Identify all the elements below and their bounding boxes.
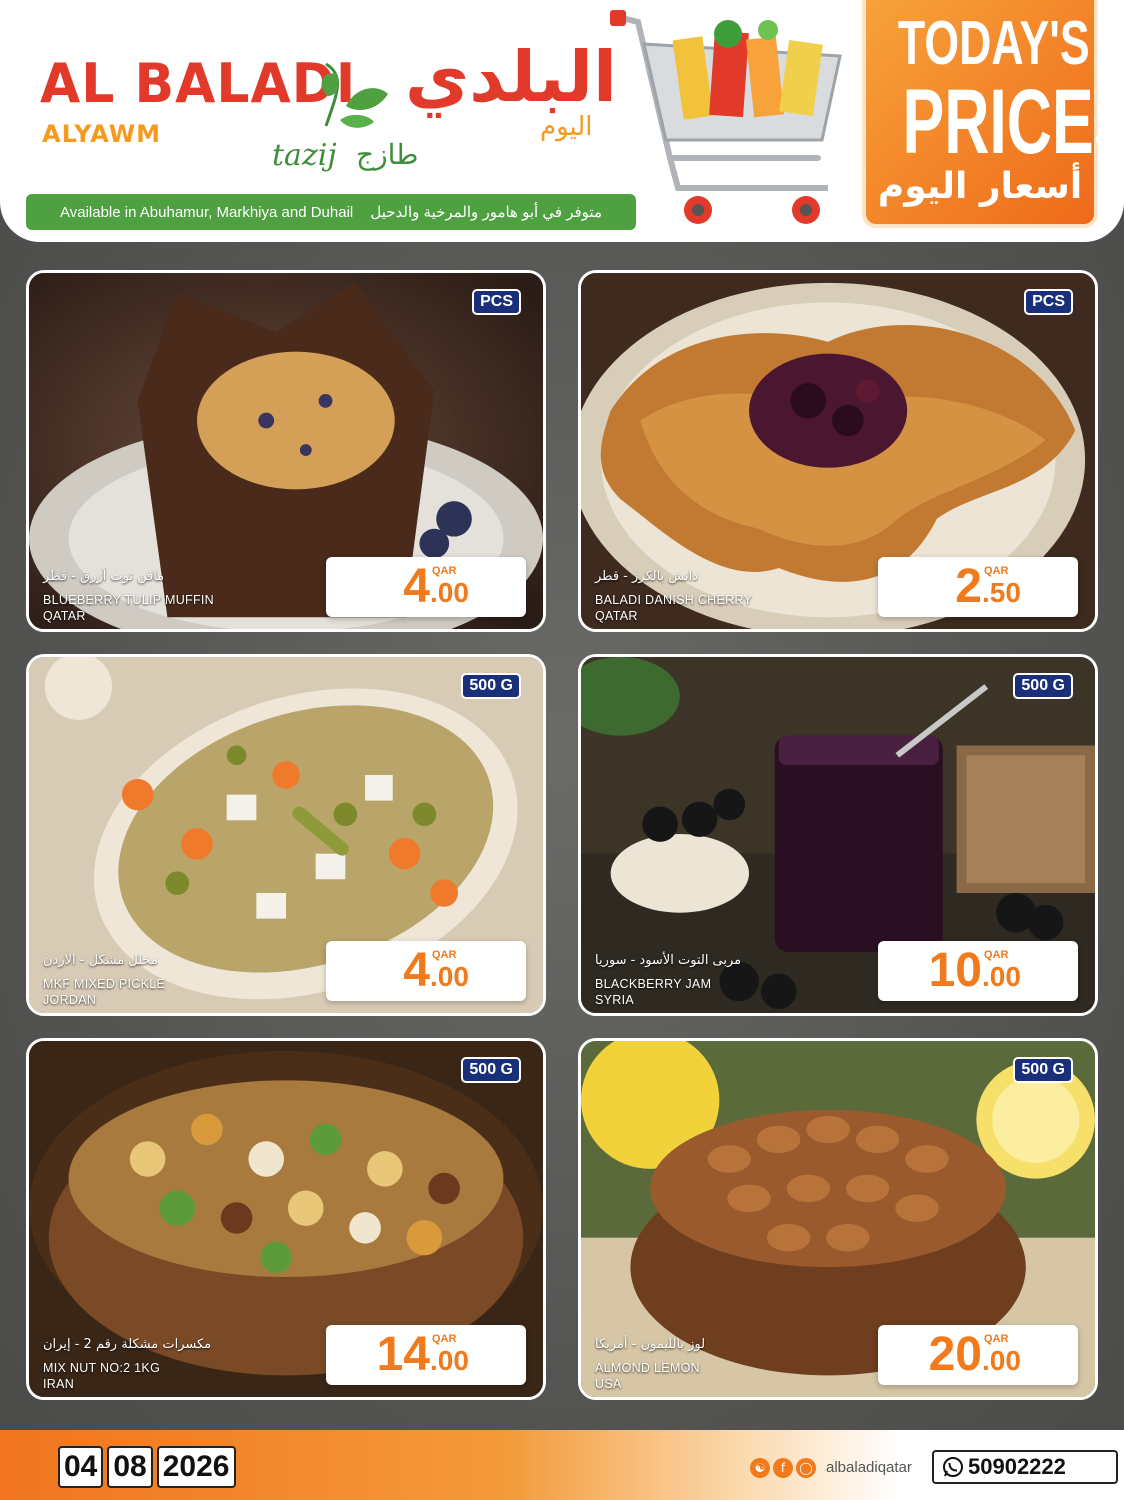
product-origin: JORDAN <box>43 993 97 1007</box>
product-card[interactable]: 500 G مربى التوت الأسود - سوريا BLACKBER… <box>578 654 1098 1016</box>
unit-badge: 500 G <box>461 673 521 699</box>
product-name-en: BALADI DANISH CHERRY <box>595 593 753 607</box>
price-decimal: .00 <box>430 1345 469 1376</box>
todays-prices-badge: TODAY'S PRICES أسعار اليوم <box>862 0 1124 228</box>
header: AL BALADI ALYAWM البلدي اليوم tazij طازج… <box>0 0 1124 242</box>
price-decimal: .00 <box>430 577 469 608</box>
availability-banner: Available in Abuhamur, Markhiya and Duha… <box>26 194 636 230</box>
product-card[interactable]: 500 G مكسرات مشكلة رقم 2 - إيران MIX NUT… <box>26 1038 546 1400</box>
price-integer: 14 <box>376 1328 430 1381</box>
product-name-ar: مخلل مشكل - الاردن <box>43 953 158 968</box>
product-card[interactable]: 500 G مخلل مشكل - الاردن MKF MIXED PICKL… <box>26 654 546 1016</box>
price-decimal: .00 <box>982 1345 1021 1376</box>
todays-prices-line1: TODAY'S <box>897 9 1090 78</box>
price-integer: 2 <box>955 560 982 613</box>
brand-name-en: AL BALADI <box>40 52 357 116</box>
facebook-icon[interactable]: f <box>773 1458 793 1478</box>
shopping-cart-icon <box>610 10 842 224</box>
product-name-en: MIX NUT NO:2 1KG <box>43 1361 161 1375</box>
unit-badge: 500 G <box>1013 673 1073 699</box>
product-name-ar: مربى التوت الأسود - سوريا <box>595 953 742 968</box>
price-currency: QAR <box>984 565 1009 577</box>
todays-prices-ar: أسعار اليوم <box>877 166 1083 207</box>
whatsapp-icon <box>943 1457 963 1477</box>
date-month: 08 <box>107 1446 153 1488</box>
price-tag: 10 QAR .00 <box>878 941 1078 1001</box>
price-tag: 4 QAR .00 <box>326 941 526 1001</box>
brand-name-ar: البلدي <box>405 36 618 118</box>
tazij-label-ar: طازج <box>356 138 419 171</box>
price-integer: 4 <box>403 944 430 997</box>
leaf-logo-icon <box>321 62 388 128</box>
unit-badge: PCS <box>1024 289 1073 315</box>
price-tag: 14 QAR .00 <box>326 1325 526 1385</box>
product-name-en: BLACKBERRY JAM <box>595 977 712 991</box>
price-currency: QAR <box>984 1333 1009 1345</box>
price-tag: 2 QAR .50 <box>878 557 1078 617</box>
instagram-icon[interactable]: ◯ <box>796 1458 816 1478</box>
product-origin: QATAR <box>595 609 638 623</box>
brand-subtitle-en: ALYAWM <box>42 120 162 148</box>
social-handle[interactable]: albaladiqatar <box>826 1459 912 1476</box>
price-integer: 20 <box>928 1328 982 1381</box>
availability-text-en: Available in Abuhamur, Markhiya and Duha… <box>60 203 354 221</box>
product-origin: QATAR <box>43 609 86 623</box>
product-name-ar: دانش بالكرز - قطر <box>595 569 698 584</box>
unit-badge: 500 G <box>461 1057 521 1083</box>
product-name-en: ALMOND LEMON <box>595 1361 701 1375</box>
price-currency: QAR <box>432 565 457 577</box>
price-decimal: .00 <box>982 961 1021 992</box>
price-integer: 4 <box>403 560 430 613</box>
brand-subtitle-ar: اليوم <box>540 112 593 142</box>
unit-badge: PCS <box>472 289 521 315</box>
product-origin: USA <box>595 1377 622 1391</box>
product-origin: IRAN <box>43 1377 75 1391</box>
price-currency: QAR <box>432 1333 457 1345</box>
date-year: 2026 <box>156 1446 236 1488</box>
availability-text-ar: متوفر في أبو هامور والمرخية والدحيل <box>370 204 602 221</box>
price-tag: 4 QAR .00 <box>326 557 526 617</box>
product-card[interactable]: PCS دانش بالكرز - قطر BALADI DANISH CHER… <box>578 270 1098 632</box>
tazij-label-en: tazij <box>272 138 337 173</box>
price-integer: 10 <box>928 944 982 997</box>
price-currency: QAR <box>432 949 457 961</box>
phone-number: 50902222 <box>968 1454 1066 1479</box>
offer-date: 04 08 2026 <box>58 1446 236 1488</box>
product-name-ar: لوز بالليمون - أمريكا <box>595 1337 706 1352</box>
product-name-ar: مكسرات مشكلة رقم 2 - إيران <box>43 1337 212 1352</box>
product-card[interactable]: 500 G لوز بالليمون - أمريكا ALMOND LEMON… <box>578 1038 1098 1400</box>
price-decimal: .50 <box>982 577 1021 608</box>
product-card[interactable]: PCS مافن توت أزرق - قطر BLUEBERRY TULIP … <box>26 270 546 632</box>
snapchat-icon[interactable]: ☯ <box>750 1458 770 1478</box>
price-decimal: .00 <box>430 961 469 992</box>
product-origin: SYRIA <box>595 993 635 1007</box>
todays-prices-line2: PRICES <box>902 71 1124 173</box>
price-currency: QAR <box>984 949 1009 961</box>
social-icons: ☯ f ◯ <box>750 1458 816 1478</box>
product-name-ar: مافن توت أزرق - قطر <box>43 569 165 584</box>
unit-badge: 500 G <box>1013 1057 1073 1083</box>
product-name-en: MKF MIXED PICKLE <box>43 977 166 991</box>
date-day: 04 <box>58 1446 104 1488</box>
price-tag: 20 QAR .00 <box>878 1325 1078 1385</box>
phone-contact[interactable]: 50902222 <box>932 1450 1118 1484</box>
product-name-en: BLUEBERRY TULIP MUFFIN <box>43 593 214 607</box>
